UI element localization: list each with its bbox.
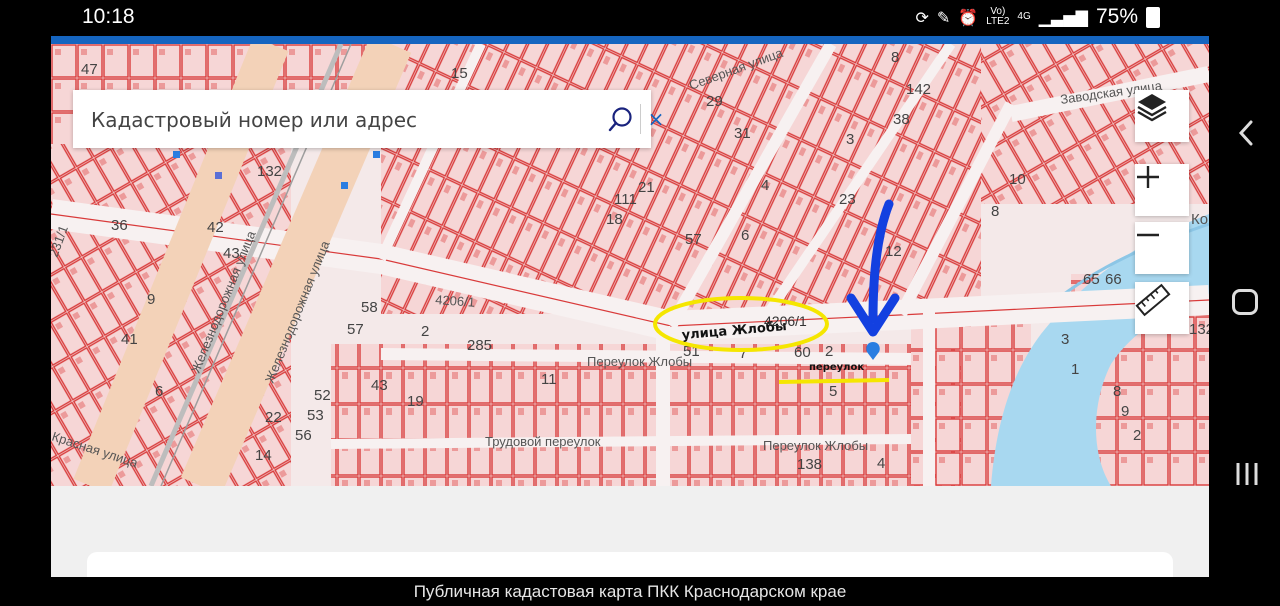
recent-apps-icon[interactable] [1232,460,1262,488]
layers-icon [1137,94,1167,122]
parcel-label: 3 [846,131,854,148]
parcel-label: 58 [361,299,378,316]
street-label: Переулок Жлобы [587,354,692,369]
parcel-label: 60 [794,344,811,361]
parcel-label: 65 [1083,271,1100,288]
parcel-label: 6 [741,227,749,244]
app-window: 15 47 29 31 21 111 18 57 6 4 23 3 12 142… [51,36,1209,577]
parcel-label: 66 [1105,271,1122,288]
parcel-label: 285 [467,337,492,354]
parcel-label: 15 [451,65,468,82]
street-label: Переулок Жлобы [763,438,868,453]
parcel-label: 1 [1071,361,1079,378]
parcel-label: 56 [295,427,312,444]
search-input[interactable] [89,90,583,150]
ruler-icon [1135,283,1171,317]
parcel-label: 2 [825,343,833,360]
sync-icon: ⟳ [915,7,929,27]
battery-level: 75% [1095,5,1138,28]
underline-text: переулок [809,362,864,373]
zoom-out-button[interactable] [1135,222,1189,274]
parcel-label: 19 [407,393,424,410]
close-icon[interactable]: × [645,105,667,133]
back-nav-icon[interactable] [1236,118,1256,148]
zoom-in-button[interactable] [1135,164,1189,216]
parcel-label: 43 [371,377,388,394]
search-icon[interactable] [607,105,635,133]
street-label: Ко [1191,211,1208,228]
parcel-label: 38 [893,111,910,128]
parcel-label: 4 [761,177,769,194]
cadastral-map[interactable]: 15 47 29 31 21 111 18 57 6 4 23 3 12 142… [51,44,1209,486]
parcel-label: 31 [734,125,751,142]
layers-button[interactable] [1135,90,1189,142]
parcel-label: 2 [1133,427,1141,444]
status-bar: 10:18 ⟳ ✎ ⏰ Vo) LTE2 4G ▁▃▅▇ 75% [0,0,1280,36]
parcel-label: 47 [81,61,98,78]
network-indicator: Vo) LTE2 [986,6,1010,27]
parcel-label: 57 [685,231,702,248]
parcel-label: 29 [706,93,723,110]
parcel-label: 111 [614,191,637,208]
parcel-label: 23 [839,191,856,208]
screenshot-caption: Публичная кадастовая карта ПКК Краснодар… [413,582,847,601]
parcel-label: 10 [1009,171,1026,188]
bottom-sheet[interactable] [51,486,1209,577]
search-separator [640,104,641,134]
parcel-label: 9 [1121,403,1129,420]
parcel-label: 8 [1113,383,1121,400]
parcel-label: 18 [606,211,623,228]
street-label: 4206/1 [435,292,476,310]
parcel-label: 21 [638,179,655,196]
app-top-bar [51,36,1209,44]
parcel-label: 4 [877,455,885,472]
parcel-label: 8 [891,49,899,66]
signal-icon: ▁▃▅▇ [1038,7,1088,27]
minus-icon [1137,233,1159,237]
parcel-label: 138 [797,456,822,473]
status-icons: ⟳ ✎ ⏰ Vo) LTE2 4G ▁▃▅▇ 75% [915,5,1160,29]
parcel-label: 14 [255,447,272,464]
parcel-label: 42 [207,219,224,236]
parcel-label: 52 [314,387,331,404]
edit-icon: ✎ [936,7,951,27]
info-card[interactable] [87,552,1173,577]
measure-button[interactable] [1135,282,1189,334]
parcel-label: 9 [147,291,155,308]
parcel-label: 41 [121,331,138,348]
parcel-label: 142 [906,81,931,98]
parcel-label: 36 [111,217,128,234]
parcel-label: 12 [885,243,902,260]
parcel-label: 132 [1189,321,1209,338]
parcel-label: 132 [257,163,282,180]
home-nav-icon[interactable] [1232,289,1258,315]
alarm-icon: ⏰ [958,7,979,27]
status-time: 10:18 [82,5,135,28]
parcel-label: 6 [155,383,163,400]
search-bar: × [73,90,664,150]
battery-icon [1146,6,1160,28]
parcel-label: 8 [991,203,999,220]
parcel-label: 5 [829,383,837,400]
circled-number: 4206/1 [764,313,807,329]
parcel-label: 3 [1061,331,1069,348]
parcel-label: 57 [347,321,364,338]
parcel-label: 22 [265,409,282,426]
parcel-label: 53 [307,407,324,424]
parcel-label: 11 [541,371,557,388]
plus-icon [1137,166,1159,188]
highlight-underline [778,378,890,384]
parcel-label: 7 [739,345,747,362]
parcel-label: 2 [421,323,429,340]
street-label: Трудовой переулок [485,434,601,449]
net-type: 4G [1017,11,1031,22]
